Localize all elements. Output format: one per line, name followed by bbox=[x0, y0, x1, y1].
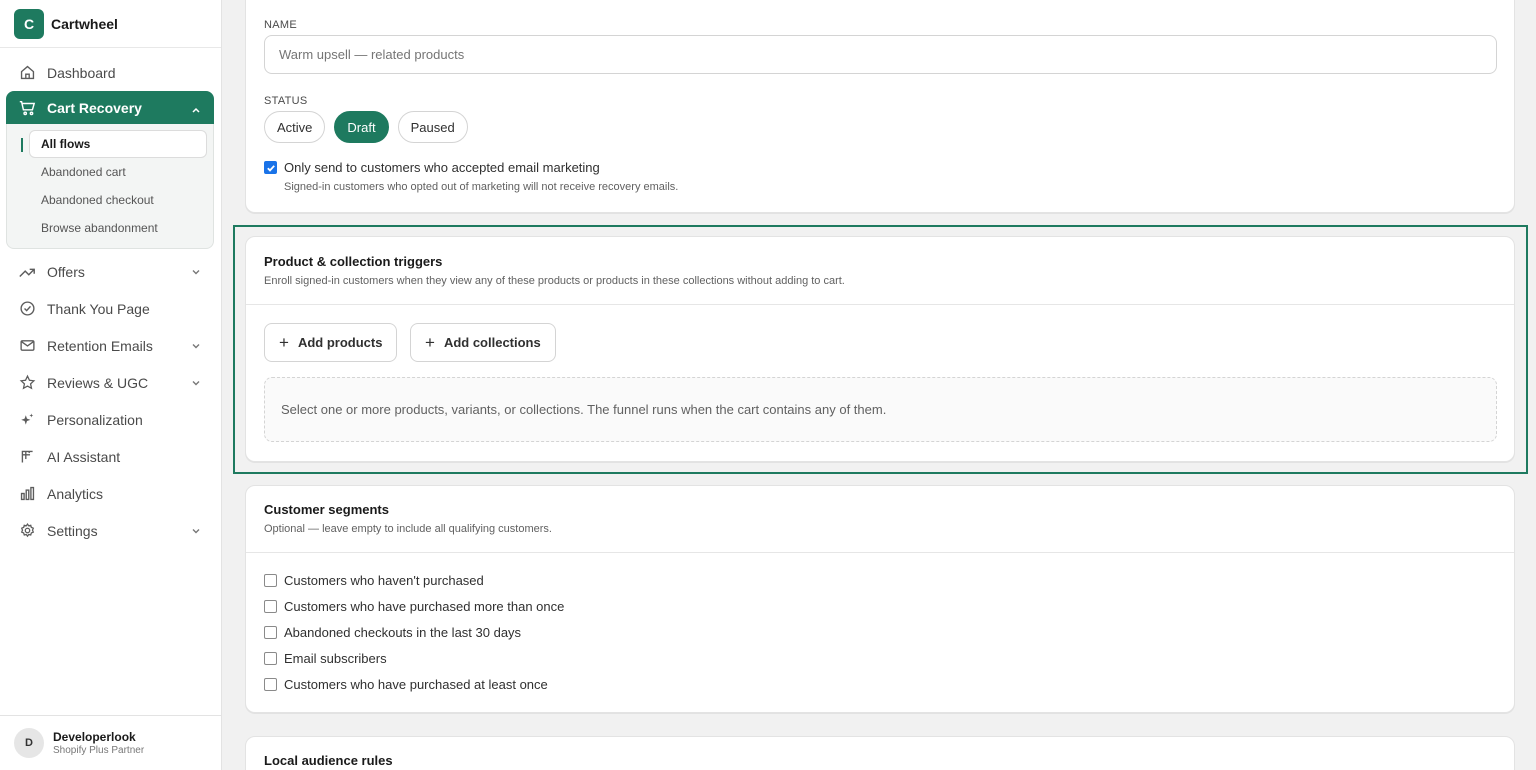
add-collections-button[interactable]: + Add collections bbox=[410, 323, 556, 362]
sparkle-icon bbox=[18, 411, 36, 429]
chevron-down-icon bbox=[190, 265, 202, 277]
nav-retention-emails[interactable]: Retention Emails bbox=[6, 327, 214, 364]
segment-option[interactable]: Abandoned checkouts in the last 30 days bbox=[264, 625, 521, 640]
check-circle-icon bbox=[18, 300, 36, 318]
subnav-browse-abandonment[interactable]: Browse abandonment bbox=[13, 214, 207, 242]
nav-analytics[interactable]: Analytics bbox=[6, 475, 214, 512]
triggers-card: Product & collection triggers Enroll sig… bbox=[245, 236, 1515, 462]
segment-checkbox[interactable] bbox=[264, 600, 277, 613]
subnav-abandoned-checkout[interactable]: Abandoned checkout bbox=[13, 186, 207, 214]
sidebar: C Cartwheel Dashboard Cart Recovery All … bbox=[0, 0, 222, 770]
chevron-up-icon bbox=[190, 103, 202, 115]
add-products-label: Add products bbox=[297, 335, 383, 350]
chevron-down-icon bbox=[190, 524, 202, 536]
nav-thank-you[interactable]: Thank You Page bbox=[6, 290, 214, 327]
gear-icon bbox=[18, 522, 36, 540]
nav-cart-recovery-label: Cart Recovery bbox=[47, 99, 142, 116]
brand-name: Cartwheel bbox=[51, 15, 118, 32]
brand-logo: C bbox=[14, 8, 44, 39]
active-rail bbox=[21, 138, 23, 152]
segment-label: Email subscribers bbox=[284, 651, 387, 666]
nav-cart-recovery[interactable]: Cart Recovery bbox=[6, 91, 214, 124]
segment-option[interactable]: Email subscribers bbox=[264, 651, 387, 666]
chevron-down-icon bbox=[190, 376, 202, 388]
cart-icon bbox=[18, 99, 36, 117]
account-menu[interactable]: D Developerlook Shopify Plus Partner bbox=[0, 715, 221, 770]
nav-ai-label: AI Assistant bbox=[47, 448, 121, 465]
segment-checkbox[interactable] bbox=[264, 652, 277, 665]
add-products-button[interactable]: + Add products bbox=[264, 323, 398, 362]
marketing-consent-label: Only send to customers who accepted emai… bbox=[284, 160, 600, 175]
triggers-title: Product & collection triggers bbox=[264, 254, 443, 269]
nav-analytics-label: Analytics bbox=[47, 485, 104, 502]
subnav-abandoned-cart[interactable]: Abandoned cart bbox=[13, 158, 207, 186]
segment-checkbox[interactable] bbox=[264, 626, 277, 639]
nav-offers-label: Offers bbox=[47, 263, 85, 280]
status-active-pill[interactable]: Active bbox=[264, 111, 326, 143]
segment-label: Customers who have purchased more than o… bbox=[284, 599, 565, 614]
user-name: Developerlook bbox=[53, 730, 136, 744]
segment-option[interactable]: Customers who have purchased more than o… bbox=[264, 599, 564, 614]
nav-dashboard[interactable]: Dashboard bbox=[6, 54, 214, 91]
nav-thank-you-label: Thank You Page bbox=[47, 300, 150, 317]
status-draft-pill[interactable]: Draft bbox=[334, 111, 389, 143]
name-label: NAME bbox=[264, 19, 297, 31]
status-paused-pill[interactable]: Paused bbox=[397, 111, 468, 143]
subnav-all-flows[interactable]: All flows bbox=[29, 130, 207, 158]
flow-name-input[interactable] bbox=[264, 35, 1497, 74]
nav-dashboard-label: Dashboard bbox=[47, 64, 116, 81]
local-audience-title: Local audience rules bbox=[264, 753, 393, 768]
divider bbox=[246, 304, 1514, 305]
segments-title: Customer segments bbox=[264, 502, 389, 517]
cart-recovery-subnav: All flows Abandoned cart Abandoned check… bbox=[6, 124, 214, 249]
status-label: STATUS bbox=[264, 95, 308, 107]
triggers-subtitle: Enroll signed-in customers when they vie… bbox=[264, 275, 845, 287]
segment-option[interactable]: Customers who haven't purchased bbox=[264, 573, 484, 588]
bar-chart-icon bbox=[18, 485, 36, 503]
nav-settings[interactable]: Settings bbox=[6, 512, 214, 549]
add-collections-label: Add collections bbox=[443, 335, 541, 350]
marketing-consent-hint: Signed-in customers who opted out of mar… bbox=[284, 181, 679, 193]
segment-option[interactable]: Customers who have purchased at least on… bbox=[264, 677, 548, 692]
marketing-consent-row[interactable]: Only send to customers who accepted emai… bbox=[264, 160, 600, 175]
avatar: D bbox=[14, 728, 44, 758]
nav-offers[interactable]: Offers bbox=[6, 253, 214, 290]
nav-reviews[interactable]: Reviews & UGC bbox=[6, 364, 214, 401]
chevron-down-icon bbox=[190, 339, 202, 351]
segment-checkbox[interactable] bbox=[264, 678, 277, 691]
nav-personalization-label: Personalization bbox=[47, 411, 143, 428]
plus-icon: + bbox=[279, 332, 289, 352]
local-audience-card: Local audience rules bbox=[245, 736, 1515, 770]
mail-icon bbox=[18, 337, 36, 355]
marketing-consent-checkbox[interactable] bbox=[264, 161, 277, 174]
nav-retention-label: Retention Emails bbox=[47, 337, 153, 354]
user-role: Shopify Plus Partner bbox=[53, 745, 145, 756]
nav-reviews-label: Reviews & UGC bbox=[47, 374, 149, 391]
status-selector: Active Draft Paused bbox=[264, 111, 468, 143]
segments-subtitle: Optional — leave empty to include all qu… bbox=[264, 523, 552, 535]
main-nav: Dashboard Cart Recovery All flows Abando… bbox=[6, 54, 214, 549]
nav-ai-assistant[interactable]: AI Assistant bbox=[6, 438, 214, 475]
flow-settings-card: NAME STATUS Active Draft Paused Only sen… bbox=[245, 0, 1515, 213]
segment-label: Customers who haven't purchased bbox=[284, 573, 484, 588]
star-icon bbox=[18, 374, 36, 392]
home-icon bbox=[18, 64, 36, 82]
nav-settings-label: Settings bbox=[47, 522, 98, 539]
segments-card: Customer segments Optional — leave empty… bbox=[245, 485, 1515, 713]
triggers-empty-state: Select one or more products, variants, o… bbox=[264, 377, 1497, 442]
plus-icon: + bbox=[425, 332, 435, 352]
nav-personalization[interactable]: Personalization bbox=[6, 401, 214, 438]
trend-up-icon bbox=[18, 263, 36, 281]
brand[interactable]: C Cartwheel bbox=[0, 0, 221, 48]
segment-label: Abandoned checkouts in the last 30 days bbox=[284, 625, 522, 640]
ai-assistant-icon bbox=[18, 448, 36, 466]
divider bbox=[246, 552, 1514, 553]
segment-label: Customers who have purchased at least on… bbox=[284, 677, 548, 692]
segment-checkbox[interactable] bbox=[264, 574, 277, 587]
